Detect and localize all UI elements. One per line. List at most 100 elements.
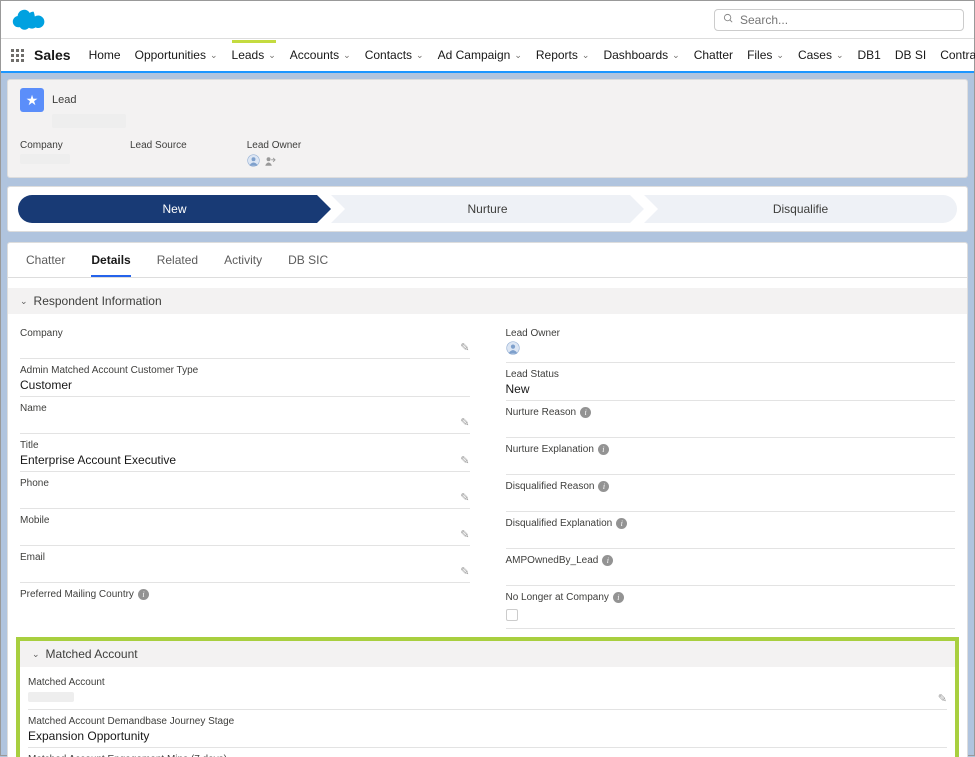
chevron-down-icon: ⌄ <box>582 50 590 61</box>
nav-cases[interactable]: Cases⌄ <box>798 40 844 70</box>
nurture-reason-value <box>506 420 956 433</box>
no-longer-label: No Longer at Companyi <box>506 592 956 603</box>
edit-pencil-icon[interactable]: ✎ <box>460 341 469 354</box>
phone-value <box>20 491 470 504</box>
info-icon[interactable]: i <box>598 444 609 455</box>
search-icon <box>723 13 734 27</box>
pref-country-value <box>20 602 470 615</box>
path-step-disqualified[interactable]: Disqualifie <box>644 195 957 223</box>
edit-pencil-icon[interactable]: ✎ <box>460 491 469 504</box>
details-card: Chatter Details Related Activity DB SIC … <box>7 242 968 757</box>
salesforce-logo <box>11 8 47 32</box>
no-longer-checkbox[interactable] <box>506 609 518 621</box>
edit-pencil-icon[interactable]: ✎ <box>460 565 469 578</box>
chevron-down-icon: ⌄ <box>343 50 351 61</box>
summary-leadsource-label: Lead Source <box>130 140 187 151</box>
change-owner-icon[interactable] <box>264 154 277 167</box>
nav-adcampaign[interactable]: Ad Campaign⌄ <box>438 40 522 70</box>
nav-contracts[interactable]: Contracts⌄ <box>940 40 975 70</box>
chevron-down-icon: ⌄ <box>32 649 40 660</box>
lead-owner-label: Lead Owner <box>506 328 956 339</box>
title-label: Title <box>20 440 470 451</box>
chevron-down-icon: ⌄ <box>416 50 424 61</box>
lead-object-icon: ★ <box>20 88 44 112</box>
info-icon[interactable]: i <box>598 481 609 492</box>
phone-label: Phone <box>20 478 470 489</box>
lead-status-label: Lead Status <box>506 369 956 380</box>
app-name: Sales <box>34 47 71 63</box>
nav-db1[interactable]: DB1 <box>858 40 881 70</box>
tab-related[interactable]: Related <box>157 253 198 277</box>
lead-owner-value <box>506 341 956 358</box>
nav-reports[interactable]: Reports⌄ <box>536 40 590 70</box>
summary-company-label: Company <box>20 140 70 151</box>
nurture-reason-label: Nurture Reasoni <box>506 407 956 418</box>
disq-reason-label: Disqualified Reasoni <box>506 481 956 492</box>
section-matched-header[interactable]: ⌄ Matched Account <box>20 641 955 667</box>
tab-chatter[interactable]: Chatter <box>26 253 65 277</box>
edit-pencil-icon[interactable]: ✎ <box>460 454 469 467</box>
nav-dbsi[interactable]: DB SI <box>895 40 926 70</box>
nav-bar: Sales Home Opportunities⌄ Leads⌄ Account… <box>1 39 974 73</box>
summary-leadowner-label: Lead Owner <box>247 140 301 151</box>
section-respondent-header[interactable]: ⌄ Respondent Information <box>8 288 967 314</box>
nav-accounts[interactable]: Accounts⌄ <box>290 40 351 70</box>
nurture-expl-label: Nurture Explanationi <box>506 444 956 455</box>
record-name-redacted <box>52 114 126 128</box>
matched-account-value-redacted <box>28 692 74 702</box>
tab-details[interactable]: Details <box>91 253 130 277</box>
chevron-down-icon: ⌄ <box>210 50 218 61</box>
mobile-value <box>20 528 470 541</box>
tab-dbsic[interactable]: DB SIC <box>288 253 328 277</box>
admin-matched-label: Admin Matched Account Customer Type <box>20 365 470 376</box>
email-label: Email <box>20 552 470 563</box>
email-value <box>20 565 470 578</box>
chevron-down-icon: ⌄ <box>672 50 680 61</box>
company-label: Company <box>20 328 470 339</box>
edit-pencil-icon[interactable]: ✎ <box>460 416 469 429</box>
disq-expl-value <box>506 531 956 544</box>
nav-contacts[interactable]: Contacts⌄ <box>365 40 424 70</box>
info-icon[interactable]: i <box>616 518 627 529</box>
nav-home[interactable]: Home <box>89 40 121 70</box>
edit-pencil-icon[interactable]: ✎ <box>460 528 469 541</box>
global-search[interactable] <box>714 9 964 31</box>
path-step-new[interactable]: New <box>18 195 331 223</box>
title-value: Enterprise Account Executive <box>20 453 470 467</box>
admin-matched-value: Customer <box>20 378 470 392</box>
pref-country-label: Preferred Mailing Countryi <box>20 589 470 600</box>
record-header: ★ Lead Company Lead Source Lead Owner <box>7 79 968 178</box>
chevron-down-icon: ⌄ <box>20 296 28 307</box>
info-icon[interactable]: i <box>138 589 149 600</box>
amp-owned-label: AMPOwnedBy_Leadi <box>506 555 956 566</box>
chevron-down-icon: ⌄ <box>776 50 784 61</box>
nav-files[interactable]: Files⌄ <box>747 40 784 70</box>
chevron-down-icon: ⌄ <box>268 50 276 61</box>
disq-reason-value <box>506 494 956 507</box>
journey-stage-label: Matched Account Demandbase Journey Stage <box>28 716 927 727</box>
info-icon[interactable]: i <box>580 407 591 418</box>
edit-pencil-icon[interactable]: ✎ <box>938 692 947 705</box>
chevron-down-icon: ⌄ <box>514 50 522 61</box>
nav-dashboards[interactable]: Dashboards⌄ <box>603 40 679 70</box>
info-icon[interactable]: i <box>613 592 624 603</box>
matched-account-label: Matched Account <box>28 677 927 688</box>
nav-leads[interactable]: Leads⌄ <box>232 40 276 70</box>
nav-chatter[interactable]: Chatter <box>694 40 733 70</box>
amp-owned-value <box>506 568 956 581</box>
nav-opportunities[interactable]: Opportunities⌄ <box>135 40 218 70</box>
chevron-down-icon: ⌄ <box>836 50 844 61</box>
nurture-expl-value <box>506 457 956 470</box>
name-label: Name <box>20 403 470 414</box>
disq-expl-label: Disqualified Explanationi <box>506 518 956 529</box>
search-input[interactable] <box>740 13 955 27</box>
mobile-label: Mobile <box>20 515 470 526</box>
matched-account-highlight: ⌄ Matched Account Matched Account ✎ Matc… <box>16 637 959 757</box>
path-strip: New Nurture Disqualifie <box>7 186 968 232</box>
info-icon[interactable]: i <box>602 555 613 566</box>
summary-company-value-redacted <box>20 154 70 164</box>
tab-activity[interactable]: Activity <box>224 253 262 277</box>
path-step-nurture[interactable]: Nurture <box>331 195 644 223</box>
company-value <box>20 341 470 354</box>
app-launcher-icon[interactable] <box>11 49 24 62</box>
